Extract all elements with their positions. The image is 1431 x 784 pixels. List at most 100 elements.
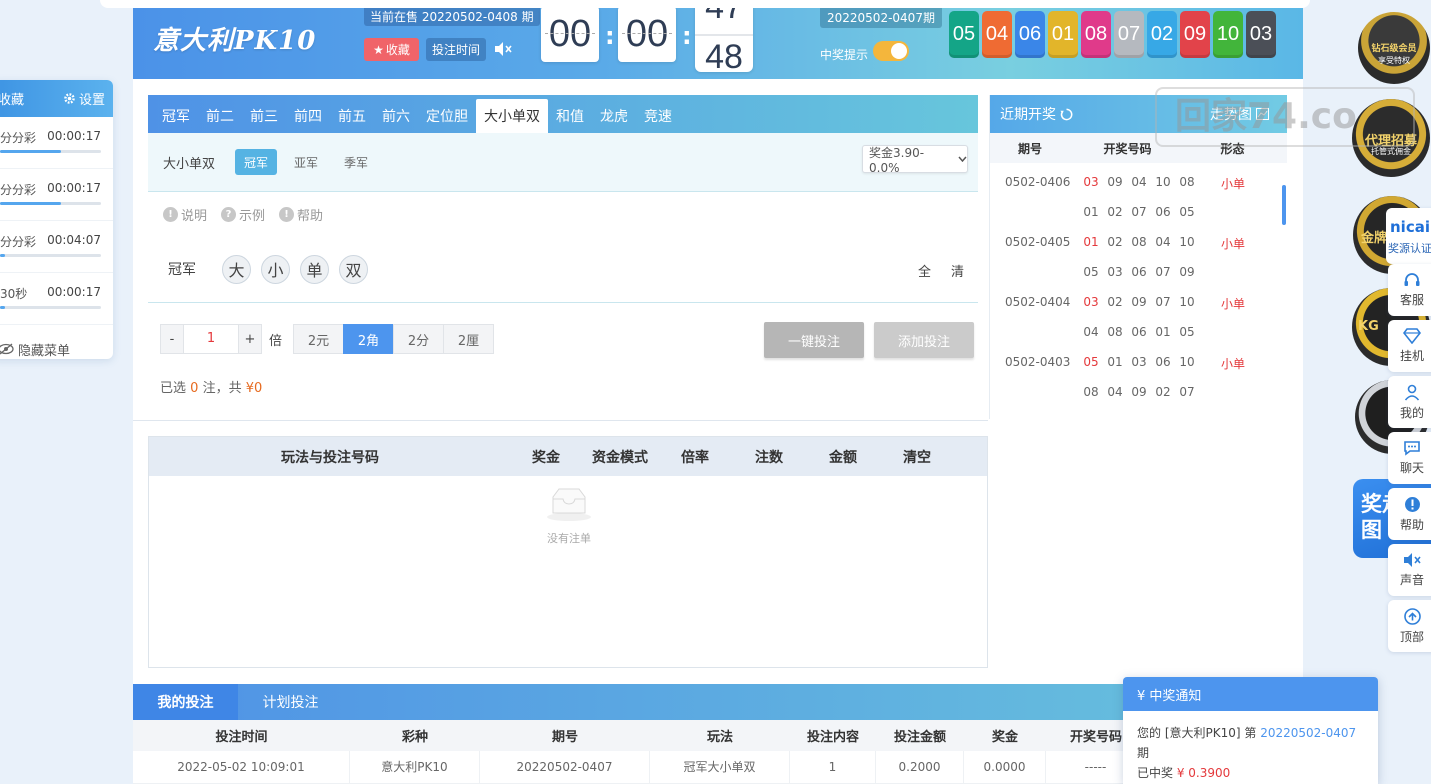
help-link-desc[interactable]: ! 说明 — [163, 205, 207, 224]
favorite-item[interactable]: 分分彩 00:00:17 — [0, 117, 113, 169]
inbox-icon — [547, 488, 591, 521]
col-prize: 奖金 — [991, 730, 1018, 745]
tab-play-7[interactable]: 大小单双 — [476, 99, 548, 133]
recent-refresh[interactable]: 近期开奖 — [1000, 104, 1073, 124]
recent-scrollbar[interactable] — [1282, 185, 1286, 225]
sidebar-item-sound[interactable]: 声音 — [1388, 544, 1431, 596]
recent-numbers: 03 09 04 10 08 — [1083, 175, 1195, 189]
trend-chart-link[interactable]: 走势图 — [1210, 104, 1269, 124]
col-period: 期号 — [551, 730, 578, 745]
multiplier-minus-button[interactable]: - — [160, 324, 184, 354]
sub-tab-1[interactable]: 亚军 — [285, 149, 327, 175]
tab-my-bets[interactable]: 我的投注 — [133, 684, 238, 720]
sidebar-item-auto[interactable]: 挂机 — [1388, 320, 1431, 372]
mute-icon[interactable] — [493, 41, 513, 57]
sidebar-item-help[interactable]: 帮助 — [1388, 488, 1431, 540]
favorite-item[interactable]: 30秒 00:00:17 — [0, 273, 113, 325]
add-bet-button[interactable]: 添加投注 — [874, 322, 974, 358]
agent-recruit-medal[interactable]: 代理招募 托管式佣金 — [1352, 99, 1430, 177]
lottery-header: 意大利PK10 当前在售 20220502-0408 期 ★ 收藏 投注时间 0… — [133, 8, 1303, 79]
one-key-bet-button[interactable]: 一键投注 — [764, 322, 864, 358]
tab-plan-bets[interactable]: 计划投注 — [238, 684, 343, 720]
unit-option-2[interactable]: 2分 — [393, 324, 445, 354]
recent-header: 近期开奖 走势图 — [990, 95, 1287, 133]
sidebar-item-service[interactable]: 客服 — [1388, 264, 1431, 316]
favorite-item-name: 分分彩 — [0, 235, 37, 249]
recent-number: 01 — [1155, 325, 1171, 339]
sidebar-item-mine[interactable]: 我的 — [1388, 376, 1431, 428]
recent-number: 05 — [1179, 205, 1195, 219]
recent-number: 01 — [1083, 235, 1099, 249]
unit-option-0[interactable]: 2元 — [293, 324, 345, 354]
recent-period: 0502-0406 — [1005, 175, 1071, 189]
tab-play-9[interactable]: 龙虎 — [592, 101, 636, 131]
sidebar-item-chat[interactable]: 聊天 — [1388, 432, 1431, 484]
sub-tab-0[interactable]: 冠军 — [235, 149, 278, 175]
vip-medal[interactable]: 钻石级会员 享受特权 — [1358, 12, 1430, 84]
pick-small[interactable]: 小 — [261, 254, 290, 284]
result-ball: 08 — [1081, 11, 1111, 58]
tab-play-2[interactable]: 前三 — [242, 101, 286, 131]
favorite-item-time: 00:00:17 — [47, 285, 101, 299]
tab-play-5[interactable]: 前六 — [374, 101, 418, 131]
recent-number: 04 — [1107, 385, 1123, 399]
multiplier-input[interactable]: 1 — [184, 324, 238, 354]
recent-number: 02 — [1107, 205, 1123, 219]
diamond-icon — [1403, 328, 1421, 344]
bet-panel: 冠军 前二 前三 前四 前五 前六 定位胆 大小单双 和值 龙虎 竞速 大小单双 冠军 亚军 季军 奖金… — [148, 95, 978, 304]
cell-period: 20220502-0407 — [480, 750, 650, 784]
recent-title: 近期开奖 — [1000, 107, 1056, 123]
col-form: 形态 — [1220, 141, 1245, 156]
notification-amount: ¥ 0.3900 — [1176, 766, 1231, 780]
recent-number: 10 — [1179, 355, 1195, 369]
pick-odd[interactable]: 单 — [300, 254, 329, 284]
help-link-example[interactable]: ? 示例 — [221, 205, 265, 224]
recent-form: 小单 — [1221, 237, 1246, 251]
win-notification[interactable]: ¥ 中奖通知 您的 [意大利PK10] 第 20220502-0407 期 已中… — [1123, 677, 1378, 784]
col-fund-mode: 资金模式 — [592, 449, 648, 466]
notification-period: 20220502-0407 — [1260, 726, 1357, 740]
notification-title: ¥ 中奖通知 — [1123, 677, 1378, 711]
tab-play-10[interactable]: 竞速 — [636, 101, 680, 131]
win-tip-toggle[interactable] — [873, 41, 909, 61]
favorite-item[interactable]: 分分彩 00:04:07 — [0, 221, 113, 273]
sub-tabs: 大小单双 冠军 亚军 季军 奖金3.90-0.0% — [148, 133, 978, 192]
help-link-label: 帮助 — [297, 208, 324, 224]
prize-select[interactable]: 奖金3.90-0.0% — [862, 145, 968, 175]
col-amount: 金额 — [829, 449, 857, 466]
select-all-button[interactable]: 全 — [918, 261, 931, 280]
recent-numbers: 04 08 06 01 05 — [1083, 325, 1195, 339]
clear-button[interactable]: 清 — [951, 261, 964, 280]
favorite-item[interactable]: 分分彩 00:00:17 — [0, 169, 113, 221]
countdown-seconds-top: 47 — [695, 8, 753, 27]
multiplier-plus-button[interactable]: + — [238, 324, 262, 354]
sub-tab-2[interactable]: 季军 — [335, 149, 377, 175]
unit-option-1[interactable]: 2角 — [343, 324, 395, 354]
result-ball: 09 — [1180, 11, 1210, 58]
hide-menu-button[interactable]: 隐藏菜单 — [0, 325, 113, 359]
win-tip-label: 中奖提示 — [820, 48, 869, 62]
pick-big[interactable]: 大 — [222, 254, 251, 284]
right-sidebar: 客服 挂机 我的 聊天 帮助 声音 顶部 — [1388, 264, 1431, 656]
col-lottery: 彩种 — [401, 730, 428, 745]
recent-number: 06 — [1131, 325, 1147, 339]
pick-even[interactable]: 双 — [339, 254, 368, 284]
help-link-help[interactable]: ! 帮助 — [279, 205, 323, 224]
trend-label: 走势图 — [1210, 107, 1252, 123]
clear-all-button[interactable]: 清空 — [879, 447, 955, 467]
bet-time-button[interactable]: 投注时间 — [426, 38, 486, 61]
tab-play-4[interactable]: 前五 — [330, 101, 374, 131]
settings-button[interactable]: 设置 — [63, 89, 105, 108]
sidebar-item-top[interactable]: 顶部 — [1388, 600, 1431, 652]
favorite-button[interactable]: ★ 收藏 — [364, 38, 419, 61]
tab-play-3[interactable]: 前四 — [286, 101, 330, 131]
selected-summary: 已选 0 注，共 ¥0 — [160, 377, 262, 396]
lottery-source-badge[interactable]: nicai 奖源认证 — [1386, 208, 1431, 264]
unit-option-3[interactable]: 2厘 — [443, 324, 495, 354]
tab-play-1[interactable]: 前二 — [198, 101, 242, 131]
result-ball: 03 — [1246, 11, 1276, 58]
tab-play-6[interactable]: 定位胆 — [418, 101, 476, 131]
tab-play-0[interactable]: 冠军 — [154, 101, 198, 131]
tab-play-8[interactable]: 和值 — [548, 101, 592, 131]
recent-period: 0502-0405 — [1005, 235, 1071, 249]
